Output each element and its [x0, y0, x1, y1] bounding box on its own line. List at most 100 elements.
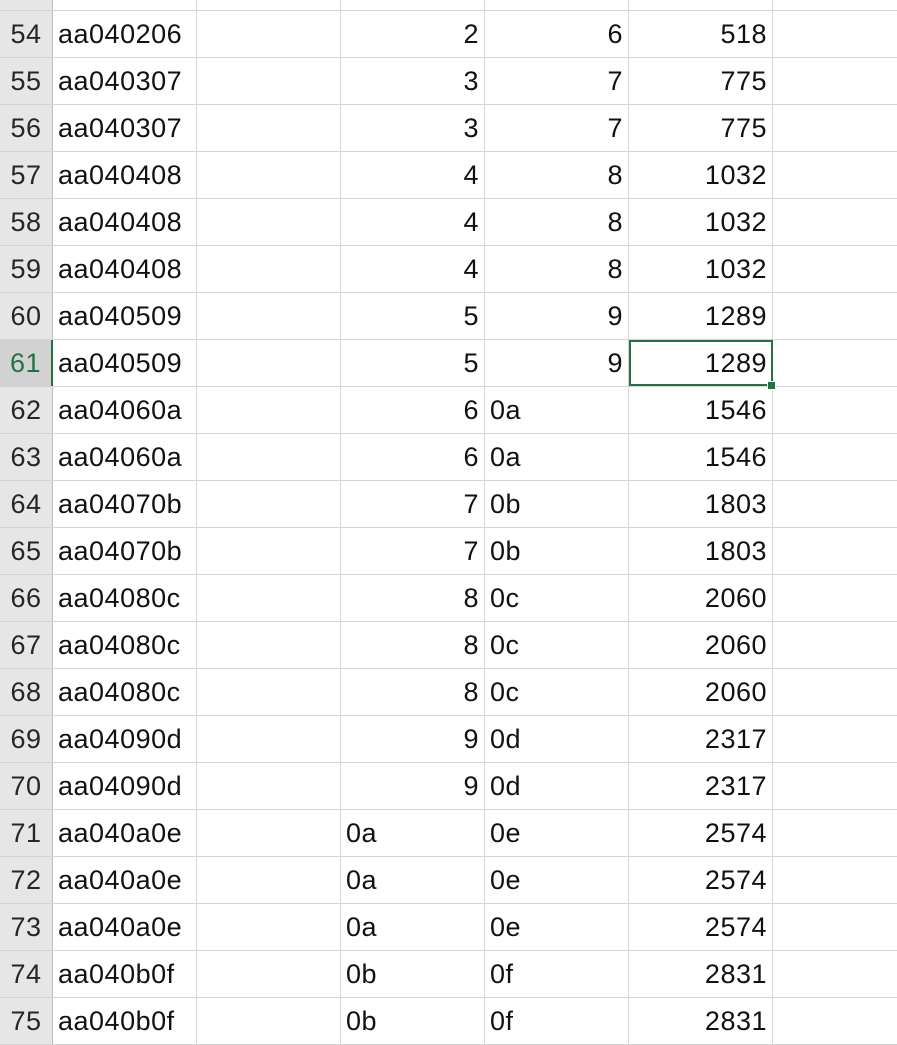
cell-col-b[interactable]	[197, 481, 341, 527]
cell-col-f[interactable]	[773, 528, 897, 574]
cell-col-f[interactable]	[773, 904, 897, 950]
cell-col-f[interactable]	[773, 998, 897, 1044]
cell-col-a[interactable]: aa04080c	[53, 575, 197, 621]
cell-col-d[interactable]: 9	[485, 293, 629, 339]
cell-col-c[interactable]: 0a	[341, 810, 485, 856]
row-header[interactable]: 65	[0, 528, 53, 574]
cell-col-f[interactable]	[773, 763, 897, 809]
cell-col-a[interactable]: aa04090d	[53, 716, 197, 762]
cell-col-b[interactable]	[197, 340, 341, 386]
cell-col-d[interactable]: 7	[485, 58, 629, 104]
cell-col-e[interactable]: 2831	[629, 998, 773, 1044]
row-header[interactable]: 73	[0, 904, 53, 950]
cell-col-f[interactable]	[773, 105, 897, 151]
cell-col-b[interactable]	[197, 434, 341, 480]
cell-col-e[interactable]: 2060	[629, 669, 773, 715]
cell-col-e[interactable]: 1803	[629, 528, 773, 574]
cell-col-d[interactable]: 6	[485, 11, 629, 57]
cell-col-f[interactable]	[773, 387, 897, 433]
cell-col-f[interactable]	[773, 434, 897, 480]
row-header[interactable]: 67	[0, 622, 53, 668]
cell-col-d[interactable]: 0d	[485, 716, 629, 762]
cell-col-e[interactable]: 1803	[629, 481, 773, 527]
cell-col-d[interactable]: 0d	[485, 763, 629, 809]
cell-col-f[interactable]	[773, 857, 897, 903]
cell-col-d[interactable]: 0a	[485, 387, 629, 433]
cell-col-a[interactable]: aa040206	[53, 0, 197, 10]
cell-col-a[interactable]: aa040a0e	[53, 810, 197, 856]
cell-col-c[interactable]: 5	[341, 293, 485, 339]
row-header[interactable]: 57	[0, 152, 53, 198]
cell-col-d[interactable]: 0e	[485, 857, 629, 903]
cell-col-e[interactable]: 518	[629, 11, 773, 57]
cell-col-b[interactable]	[197, 763, 341, 809]
cell-col-f[interactable]	[773, 152, 897, 198]
cell-col-f[interactable]	[773, 810, 897, 856]
cell-col-a[interactable]: aa04070b	[53, 528, 197, 574]
cell-col-a[interactable]: aa040509	[53, 340, 197, 386]
cell-col-c[interactable]: 9	[341, 716, 485, 762]
row-header[interactable]: 53	[0, 0, 53, 10]
cell-col-a[interactable]: aa04090d	[53, 763, 197, 809]
cell-col-e[interactable]: 1032	[629, 246, 773, 292]
cell-col-c[interactable]: 8	[341, 575, 485, 621]
cell-col-c[interactable]: 4	[341, 199, 485, 245]
row-header[interactable]: 74	[0, 951, 53, 997]
cell-col-f[interactable]	[773, 58, 897, 104]
cell-col-d[interactable]: 0a	[485, 434, 629, 480]
cell-col-c[interactable]: 3	[341, 105, 485, 151]
cell-col-a[interactable]: aa040408	[53, 152, 197, 198]
cell-col-e[interactable]: 775	[629, 58, 773, 104]
row-header[interactable]: 58	[0, 199, 53, 245]
cell-col-b[interactable]	[197, 58, 341, 104]
cell-col-c[interactable]: 4	[341, 152, 485, 198]
cell-col-f[interactable]	[773, 951, 897, 997]
cell-col-d[interactable]: 8	[485, 246, 629, 292]
row-header[interactable]: 64	[0, 481, 53, 527]
cell-col-a[interactable]: aa04080c	[53, 669, 197, 715]
cell-col-c[interactable]: 3	[341, 58, 485, 104]
cell-col-e[interactable]: 2831	[629, 951, 773, 997]
row-header[interactable]: 61	[0, 340, 53, 386]
cell-col-d[interactable]: 0b	[485, 528, 629, 574]
cell-col-b[interactable]	[197, 11, 341, 57]
cell-col-c[interactable]: 0a	[341, 857, 485, 903]
cell-col-b[interactable]	[197, 105, 341, 151]
cell-col-c[interactable]: 8	[341, 669, 485, 715]
cell-col-f[interactable]	[773, 0, 897, 10]
cell-col-c[interactable]: 0b	[341, 998, 485, 1044]
cell-col-e[interactable]: 1032	[629, 152, 773, 198]
cell-col-c[interactable]: 4	[341, 246, 485, 292]
cell-col-d[interactable]: 8	[485, 152, 629, 198]
row-header[interactable]: 72	[0, 857, 53, 903]
cell-col-a[interactable]: aa040a0e	[53, 857, 197, 903]
cell-col-c[interactable]: 0b	[341, 951, 485, 997]
cell-col-b[interactable]	[197, 904, 341, 950]
cell-col-a[interactable]: aa040b0f	[53, 998, 197, 1044]
cell-col-b[interactable]	[197, 998, 341, 1044]
cell-col-b[interactable]	[197, 669, 341, 715]
cell-col-c[interactable]: 7	[341, 481, 485, 527]
cell-col-c[interactable]: 2	[341, 11, 485, 57]
cell-col-b[interactable]	[197, 951, 341, 997]
row-header[interactable]: 69	[0, 716, 53, 762]
cell-col-e[interactable]: 1032	[629, 199, 773, 245]
cell-col-e[interactable]: 518	[629, 0, 773, 10]
cell-col-c[interactable]: 8	[341, 622, 485, 668]
cell-col-e[interactable]: 1289	[629, 293, 773, 339]
cell-col-b[interactable]	[197, 293, 341, 339]
cell-col-a[interactable]: aa04080c	[53, 622, 197, 668]
cell-col-d[interactable]: 0f	[485, 951, 629, 997]
cell-col-b[interactable]	[197, 810, 341, 856]
cell-col-f[interactable]	[773, 575, 897, 621]
cell-col-d[interactable]: 9	[485, 340, 629, 386]
cell-col-a[interactable]: aa040408	[53, 199, 197, 245]
cell-col-a[interactable]: aa040307	[53, 105, 197, 151]
row-header[interactable]: 62	[0, 387, 53, 433]
row-header[interactable]: 56	[0, 105, 53, 151]
cell-col-f[interactable]	[773, 11, 897, 57]
cell-col-c[interactable]: 7	[341, 528, 485, 574]
cell-col-c[interactable]: 2	[341, 0, 485, 10]
row-header[interactable]: 75	[0, 998, 53, 1044]
cell-col-f[interactable]	[773, 622, 897, 668]
